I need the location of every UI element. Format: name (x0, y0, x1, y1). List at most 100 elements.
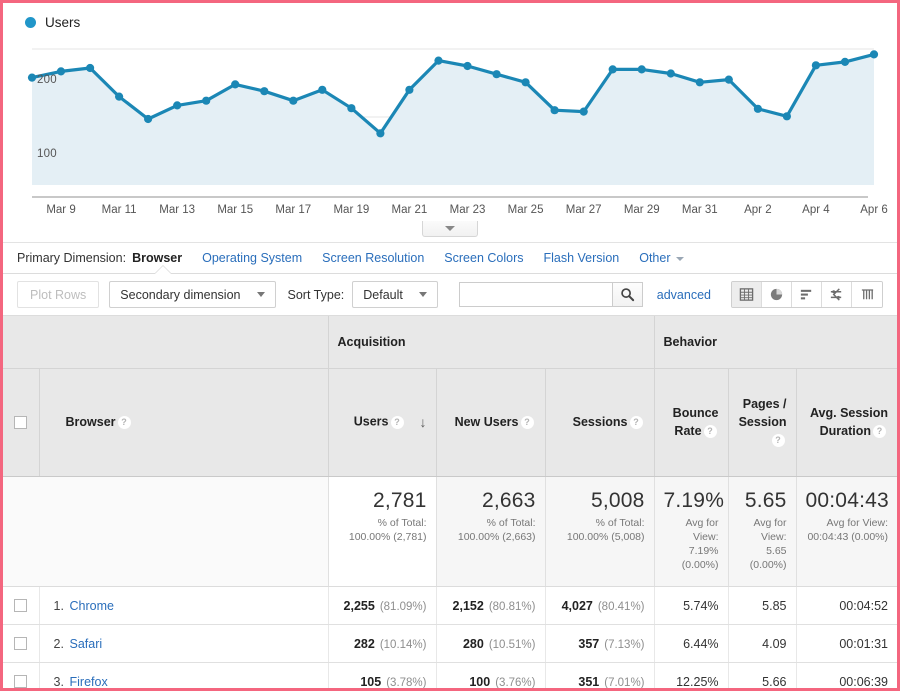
x-axis-tick: Mar 15 (217, 204, 254, 216)
advanced-filter-link[interactable]: advanced (657, 288, 711, 302)
row-users-percent: (3.78%) (386, 676, 427, 689)
table-row: 3. Firefox 105 (3.78%) 100 (3.76%) 351 (7.01%) 1… (3, 662, 897, 689)
help-icon[interactable]: ? (873, 425, 887, 439)
table-view-button[interactable] (732, 282, 762, 307)
x-axis-tick: Mar 13 (159, 204, 196, 216)
bar-view-button[interactable] (792, 282, 822, 307)
column-header-users-label: Users (353, 414, 389, 429)
search-button[interactable] (611, 282, 643, 307)
row-sessions-cell: 357 (7.13%) (544, 624, 655, 664)
pie-chart-icon (770, 288, 783, 301)
sort-descending-icon[interactable]: ↓ (420, 412, 427, 432)
plot-rows-button[interactable]: Plot Rows (17, 281, 100, 308)
primary-dimension-screen-resolution[interactable]: Screen Resolution (322, 251, 424, 265)
primary-dimension-flash-version[interactable]: Flash Version (544, 251, 620, 265)
row-users-percent: (10.14%) (379, 638, 427, 651)
totals-users-value: 2,781 (372, 488, 427, 512)
row-users-value: 105 (360, 674, 382, 689)
pie-view-button[interactable] (762, 282, 792, 307)
row-avg-duration-cell: 00:04:52 (795, 586, 897, 626)
row-checkbox-cell (3, 662, 39, 688)
row-sessions-percent: (7.13%) (604, 638, 645, 651)
chart-legend: Users (3, 11, 897, 30)
row-sessions-percent: (80.41%) (597, 600, 645, 613)
primary-dimension-active-browser[interactable]: Browser (132, 251, 182, 265)
x-axis-tick: Apr 6 (860, 204, 888, 216)
totals-pages-session-cell: 5.65 Avg for View: 5.65 (0.00%) (727, 476, 797, 588)
row-users-value: 282 (353, 636, 375, 651)
column-header-new-users-label: New Users (454, 414, 519, 429)
row-dimension-cell: 1. Chrome (38, 586, 328, 626)
chart-plot-area: 200 100 (3, 38, 897, 196)
primary-dimension-operating-system[interactable]: Operating System (202, 251, 302, 265)
totals-dimension-cell (39, 476, 328, 588)
row-sessions-cell: 4,027 (80.41%) (544, 586, 655, 626)
secondary-dimension-label: Secondary dimension (120, 287, 241, 302)
primary-dimension-screen-colors[interactable]: Screen Colors (444, 251, 523, 265)
row-number: 2. (53, 636, 64, 651)
x-axis-tick: Mar 11 (101, 204, 137, 216)
view-type-tabs (731, 281, 883, 308)
totals-new-users-value: 2,663 (481, 488, 536, 512)
totals-users-cell: 2,781 % of Total: 100.00% (2,781) (327, 476, 436, 588)
help-icon[interactable]: ? (390, 415, 404, 429)
row-browser-link[interactable]: Chrome (70, 599, 114, 613)
y-axis-tick-100: 100 (37, 148, 57, 160)
row-new-users-value: 100 (469, 674, 491, 689)
table-icon (739, 288, 754, 301)
table-rows-body: 1. Chrome 2,255 (81.09%) 2,152 (80.81%) 4,027 (… (3, 586, 897, 689)
chevron-down-icon (445, 226, 455, 231)
totals-bounce-rate-cell: 7.19% Avg for View: 7.19% (0.00%) (653, 476, 729, 588)
row-browser-link[interactable]: Safari (70, 637, 103, 651)
sort-type-dropdown[interactable]: Default (352, 281, 438, 308)
comparison-view-button[interactable] (822, 282, 852, 307)
totals-bounce-rate-subtext: Avg for View: 7.19% (0.00%) (681, 516, 719, 572)
row-bounce-rate-cell: 5.74% (653, 586, 729, 626)
chart-expand-toggle[interactable] (422, 221, 478, 237)
help-icon[interactable]: ? (117, 416, 131, 430)
chart-expander-row (3, 221, 897, 242)
help-icon[interactable]: ? (629, 416, 643, 430)
x-axis-tick: Mar 27 (565, 204, 602, 216)
row-new-users-percent: (80.81%) (488, 600, 536, 613)
pivot-icon (861, 289, 873, 300)
help-icon[interactable]: ? (520, 416, 534, 430)
primary-dimension-label: Primary Dimension: (17, 251, 127, 265)
row-users-cell: 2,255 (81.09%) (327, 586, 436, 626)
table-totals-row: 2,781 % of Total: 100.00% (2,781) 2,663 %… (3, 476, 897, 588)
row-new-users-percent: (10.51%) (488, 638, 536, 651)
select-all-checkbox[interactable] (14, 415, 28, 429)
row-checkbox[interactable] (14, 675, 28, 688)
column-header-sessions[interactable]: Sessions? (544, 368, 655, 477)
column-header-bounce-rate[interactable]: Bounce Rate? (653, 368, 729, 477)
column-header-browser[interactable]: Browser? (38, 368, 328, 477)
pivot-view-button[interactable] (852, 282, 882, 307)
totals-bounce-rate-value: 7.19% (663, 488, 725, 512)
row-new-users-value: 280 (462, 636, 484, 651)
column-header-users[interactable]: Users? ↓ (327, 368, 436, 477)
search-input[interactable] (458, 282, 612, 307)
x-axis-tick: Apr 4 (802, 204, 830, 216)
secondary-dimension-dropdown[interactable]: Secondary dimension (109, 281, 276, 308)
table-group-header-row: Acquisition Behavior (3, 316, 897, 369)
column-header-avg-session-duration[interactable]: Avg. Session Duration? (795, 368, 897, 477)
help-icon[interactable]: ? (771, 434, 785, 448)
column-header-browser-label: Browser (65, 414, 116, 429)
row-checkbox[interactable] (14, 599, 28, 613)
row-checkbox[interactable] (14, 637, 28, 651)
primary-dimension-other-dropdown[interactable]: Other (639, 251, 684, 265)
column-header-pages-session[interactable]: Pages / Session? (727, 368, 797, 477)
row-sessions-cell: 351 (7.01%) (544, 662, 655, 688)
column-header-new-users[interactable]: New Users? (435, 368, 545, 477)
row-browser-link[interactable]: Firefox (70, 675, 108, 688)
row-avg-duration-cell: 00:01:31 (795, 624, 897, 664)
table-column-header-row: Browser? Users? ↓ New Users? Sessions? Bo… (3, 368, 897, 477)
x-axis-tick: Mar 23 (449, 204, 486, 216)
row-avg-duration-cell: 00:06:39 (795, 662, 897, 688)
row-users-cell: 105 (3.78%) (327, 662, 436, 689)
help-icon[interactable]: ? (703, 425, 717, 439)
sort-type-value: Default (363, 287, 403, 302)
totals-new-users-subtext: % of Total: 100.00% (2,663) (457, 516, 536, 543)
comparison-icon (830, 288, 842, 301)
row-number: 3. (53, 674, 64, 689)
